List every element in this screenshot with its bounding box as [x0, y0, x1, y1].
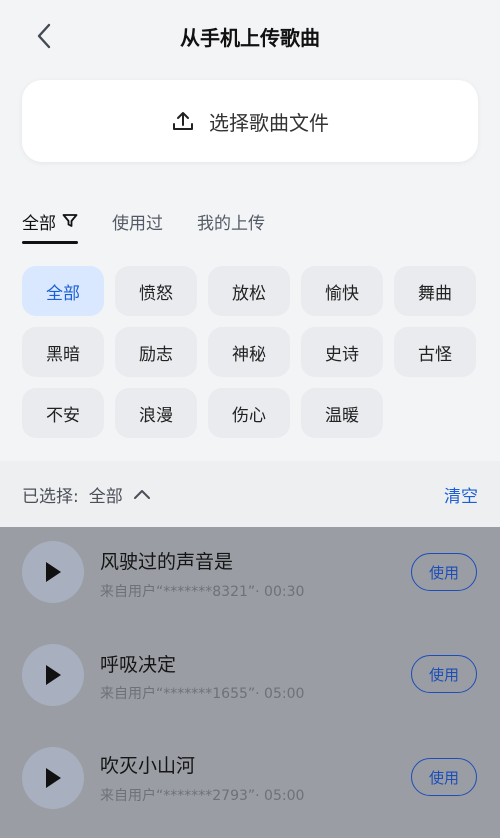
chip-inspiring[interactable]: 励志 — [115, 327, 197, 377]
play-button[interactable] — [22, 644, 84, 706]
clear-button[interactable]: 清空 — [444, 482, 478, 507]
chip-epic[interactable]: 史诗 — [301, 327, 383, 377]
selection-bar: 已选择: 全部 清空 — [0, 461, 500, 527]
chip-warm[interactable]: 温暖 — [301, 388, 383, 438]
mood-filter-chips: 全部 愤怒 放松 愉快 舞曲 黑暗 励志 神秘 史诗 古怪 不安 浪漫 伤心 温… — [22, 266, 482, 438]
tab-label: 使用过 — [112, 214, 163, 234]
tab-label: 我的上传 — [197, 214, 265, 234]
use-button[interactable]: 使用 — [411, 553, 477, 591]
song-item: 风驶过的声音是 来自用户“*******8321”· 00:30 使用 — [0, 527, 500, 627]
play-icon — [46, 768, 61, 788]
tab-bar: 全部 使用过 我的上传 — [22, 205, 265, 245]
page-title: 从手机上传歌曲 — [180, 25, 320, 50]
chip-all[interactable]: 全部 — [22, 266, 104, 316]
header: 从手机上传歌曲 — [0, 0, 500, 72]
back-button[interactable] — [30, 20, 58, 52]
select-song-file-button[interactable]: 选择歌曲文件 — [22, 80, 478, 162]
upload-label: 选择歌曲文件 — [209, 110, 329, 135]
chip-romantic[interactable]: 浪漫 — [115, 388, 197, 438]
chip-dance[interactable]: 舞曲 — [394, 266, 476, 316]
selected-value: 全部 — [88, 486, 123, 507]
chevron-up-icon — [133, 490, 150, 499]
tab-label: 全部 — [22, 214, 56, 234]
chevron-left-icon — [37, 23, 51, 49]
tab-all[interactable]: 全部 — [22, 205, 78, 245]
chip-sad[interactable]: 伤心 — [208, 388, 290, 438]
song-title: 吹灭小山河 — [100, 755, 196, 777]
selected-label: 已选择: — [22, 486, 79, 507]
upload-icon — [173, 112, 193, 130]
chip-uneasy[interactable]: 不安 — [22, 388, 104, 438]
song-item: 呼吸决定 来自用户“*******1655”· 05:00 使用 — [0, 630, 500, 730]
song-item: 吹灭小山河 来自用户“*******2793”· 05:00 使用 — [0, 733, 500, 833]
use-button[interactable]: 使用 — [411, 758, 477, 796]
collapse-toggle[interactable] — [133, 488, 151, 500]
filter-icon[interactable] — [62, 213, 78, 229]
play-icon — [46, 562, 61, 582]
play-button[interactable] — [22, 747, 84, 809]
song-title: 呼吸决定 — [100, 654, 177, 676]
chip-quirky[interactable]: 古怪 — [394, 327, 476, 377]
chip-relax[interactable]: 放松 — [208, 266, 290, 316]
use-button[interactable]: 使用 — [411, 655, 477, 693]
song-meta: 来自用户“*******1655”· 05:00 — [100, 686, 305, 702]
chip-happy[interactable]: 愉快 — [301, 266, 383, 316]
chip-angry[interactable]: 愤怒 — [115, 266, 197, 316]
chip-dark[interactable]: 黑暗 — [22, 327, 104, 377]
play-button[interactable] — [22, 541, 84, 603]
tab-my-uploads[interactable]: 我的上传 — [197, 205, 265, 245]
song-title: 风驶过的声音是 — [100, 551, 234, 573]
tab-used[interactable]: 使用过 — [112, 205, 163, 245]
song-meta: 来自用户“*******2793”· 05:00 — [100, 788, 305, 804]
song-meta: 来自用户“*******8321”· 00:30 — [100, 584, 305, 600]
chip-mysterious[interactable]: 神秘 — [208, 327, 290, 377]
play-icon — [46, 665, 61, 685]
dimmed-song-list: 风驶过的声音是 来自用户“*******8321”· 00:30 使用 呼吸决定… — [0, 527, 500, 838]
